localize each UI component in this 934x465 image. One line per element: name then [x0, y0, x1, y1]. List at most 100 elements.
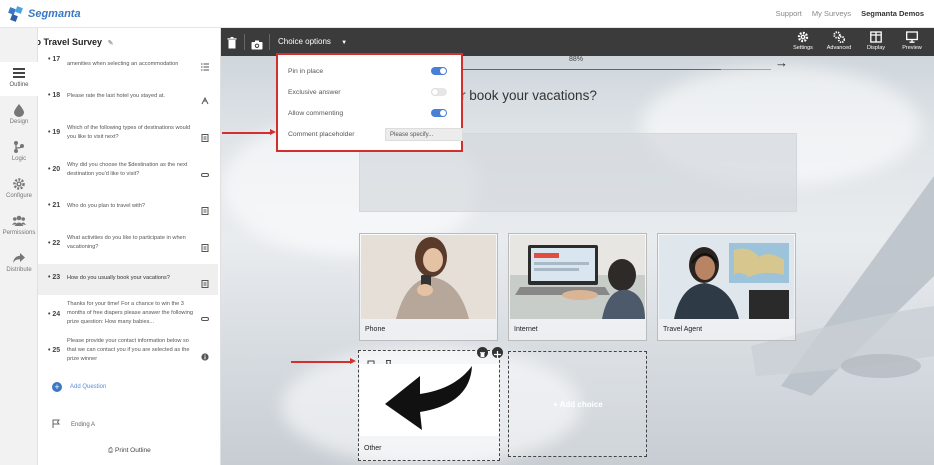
choice-label[interactable]: Travel Agent	[663, 326, 702, 333]
rail-label: Design	[9, 119, 29, 125]
left-rail: Outline Design Logic Configure Permissio…	[0, 28, 38, 465]
next-arrow-icon[interactable]: →	[775, 56, 788, 70]
rail-label: Configure	[5, 193, 32, 199]
segmanta-logo-icon	[8, 6, 24, 22]
internet-choice-image	[510, 235, 645, 319]
advanced-button[interactable]: Advanced	[824, 31, 854, 51]
ending-label: Ending A	[71, 421, 96, 428]
rating-icon	[201, 92, 209, 105]
branch-icon	[12, 140, 26, 154]
settings-button[interactable]: Settings	[788, 31, 818, 51]
outline-list: • 17 amenities when selecting an accommo…	[38, 28, 221, 465]
layout-icon	[870, 31, 882, 43]
choice-label[interactable]: Internet	[514, 326, 538, 333]
text-icon	[201, 166, 209, 177]
nav-support[interactable]: Support	[776, 9, 802, 18]
choice-card-other[interactable]: Other	[358, 347, 503, 461]
choice-card-phone[interactable]: Phone	[359, 233, 498, 341]
choice-label[interactable]: Other	[364, 445, 382, 452]
rail-item-outline[interactable]: Outline	[0, 62, 38, 96]
outline-question[interactable]: • 22 What activities do you like to part…	[38, 231, 218, 257]
outline-question[interactable]: • 25 Please provide your contact informa…	[38, 335, 218, 370]
option-pin-in-place: Pin in place	[288, 67, 455, 75]
rail-item-configure[interactable]: Configure	[0, 173, 38, 207]
toolbar-divider	[269, 34, 270, 50]
outline-question-active[interactable]: • 23 How do you usually book your vacati…	[38, 264, 218, 295]
move-choice-icon[interactable]	[492, 347, 503, 358]
question-title[interactable]: r book your vacations?	[461, 88, 597, 103]
rail-label: Permissions	[2, 230, 36, 236]
pin-in-place-toggle[interactable]	[431, 67, 447, 75]
list-icon	[201, 58, 209, 71]
outline-question[interactable]: • 24 Thanks for your time! For a chance …	[38, 299, 218, 334]
choice-options-popup: Pin in place Exclusive answer Allow comm…	[276, 53, 463, 152]
text-icon	[201, 310, 209, 321]
rail-label: Logic	[11, 156, 27, 162]
outline-question[interactable]: • 20 Why did you choose the $destination…	[38, 158, 218, 184]
outline-question[interactable]: • 19 Which of the following types of des…	[38, 121, 218, 147]
allow-commenting-toggle[interactable]	[431, 109, 447, 117]
preview-button[interactable]: Preview	[897, 31, 927, 51]
question-text: Who do you plan to travel with?	[67, 203, 146, 209]
print-outline-label: Print Outline	[115, 447, 151, 454]
option-exclusive-answer: Exclusive answer	[288, 88, 455, 96]
choice-options-dropdown[interactable]: Choice options ▼	[278, 37, 347, 46]
info-icon	[201, 348, 209, 361]
print-outline-button[interactable]: ⎙ Print Outline	[108, 447, 151, 455]
choice-label[interactable]: Phone	[365, 326, 385, 333]
add-choice-label: + Add choice	[553, 400, 603, 409]
question-text: Why did you choose the $destination as t…	[67, 162, 188, 177]
top-nav: Support My Surveys Segmanta Demos	[776, 9, 924, 18]
logo[interactable]: Segmanta	[8, 6, 81, 22]
rail-item-design[interactable]: Design	[0, 99, 38, 133]
rail-item-logic[interactable]: Logic	[0, 136, 38, 170]
rail-label: Distribute	[6, 267, 32, 273]
users-icon	[12, 214, 26, 228]
delete-choice-trash-icon[interactable]	[477, 347, 488, 358]
nav-my-surveys[interactable]: My Surveys	[812, 9, 851, 18]
rail-item-distribute[interactable]: Distribute	[0, 247, 38, 281]
other-choice-image	[360, 364, 499, 436]
question-text: Thanks for your time! For a chance to wi…	[67, 301, 193, 325]
question-text: What activities do you like to participa…	[67, 235, 186, 250]
toolbar-divider	[244, 34, 245, 50]
add-choice-button[interactable]: + Add choice	[508, 351, 647, 457]
choice-icon	[201, 239, 209, 252]
question-number: • 22	[48, 240, 61, 247]
question-number: • 17	[48, 56, 61, 63]
option-comment-placeholder: Comment placeholder Please specify...	[288, 128, 463, 141]
question-text: Please rate the last hotel you stayed at…	[67, 93, 165, 99]
annotation-arrow	[222, 129, 276, 135]
progress-percentage: 88%	[569, 56, 584, 63]
list-icon	[12, 66, 26, 80]
phone-choice-image	[361, 235, 496, 319]
outline-question[interactable]: • 21 Who do you plan to travel with?	[38, 198, 218, 216]
nav-account-menu[interactable]: Segmanta Demos	[861, 9, 924, 18]
choice-card-travel-agent[interactable]: Travel Agent	[657, 233, 796, 341]
question-number: • 18	[48, 92, 61, 99]
comment-placeholder-input[interactable]: Please specify...	[385, 128, 463, 141]
question-number: • 25	[48, 347, 61, 354]
share-icon	[12, 251, 26, 265]
drop-icon	[12, 103, 26, 117]
advanced-label: Advanced	[826, 45, 852, 51]
add-question-button[interactable]: + Add Question	[52, 382, 106, 392]
choice-icon	[201, 129, 209, 142]
display-label: Display	[866, 45, 886, 51]
question-text: Which of the following types of destinat…	[67, 125, 191, 140]
outline-question[interactable]: • 18 Please rate the last hotel you stay…	[38, 86, 218, 108]
choice-card-internet[interactable]: Internet	[508, 233, 647, 341]
top-bar: Segmanta Support My Surveys Segmanta Dem…	[0, 0, 934, 28]
rail-label: Outline	[9, 82, 29, 88]
question-number: • 19	[48, 129, 61, 136]
question-number: • 20	[48, 166, 61, 173]
plus-icon: +	[52, 382, 62, 392]
exclusive-answer-toggle[interactable]	[431, 88, 447, 96]
rail-item-permissions[interactable]: Permissions	[0, 210, 38, 244]
choice-icon	[201, 202, 209, 215]
display-button[interactable]: Display	[861, 31, 891, 51]
ending-item[interactable]: Ending A	[52, 419, 95, 430]
comment-placeholder-label: Comment placeholder	[288, 131, 355, 138]
logo-text: Segmanta	[28, 8, 81, 20]
outline-question[interactable]: • 17 amenities when selecting an accommo…	[38, 52, 218, 74]
